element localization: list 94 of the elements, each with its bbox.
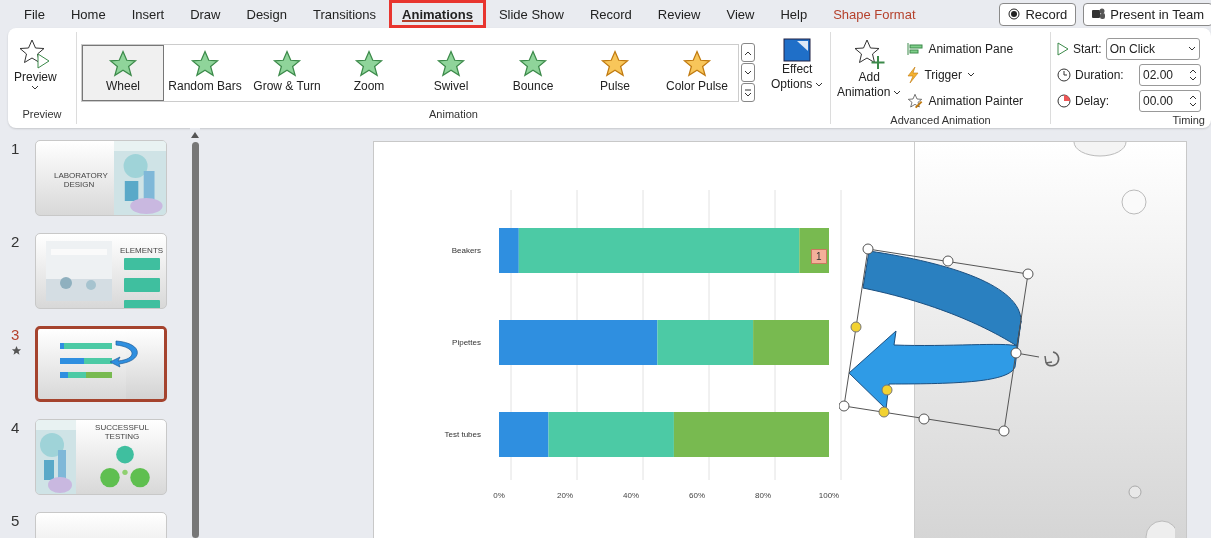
menu-thumbnail-drawing bbox=[124, 258, 160, 308]
star-icon bbox=[108, 49, 138, 79]
animation-pane-button[interactable]: Animation Pane bbox=[907, 36, 1024, 62]
caret-icon bbox=[893, 89, 902, 96]
star-icon bbox=[682, 49, 712, 79]
clock-icon bbox=[1057, 68, 1071, 82]
menu-tab[interactable]: Help bbox=[767, 0, 821, 28]
menu-tab[interactable]: Shape Format bbox=[820, 0, 929, 28]
effect-options-icon bbox=[783, 38, 812, 62]
group-label: Preview bbox=[21, 108, 63, 122]
animation-effect[interactable]: Zoom bbox=[328, 45, 410, 101]
axis-tick-label: 60% bbox=[689, 491, 705, 500]
lightning-icon bbox=[907, 67, 920, 83]
group-label: Advanced Animation bbox=[889, 114, 992, 126]
slide-thumbnail[interactable]: LABORATORY DESIGN bbox=[35, 140, 167, 216]
diagram-thumbnail-drawing bbox=[100, 444, 150, 490]
slide-thumbnail[interactable] bbox=[35, 326, 167, 402]
animation-tag[interactable]: 1 bbox=[811, 249, 827, 264]
category-label: Test tubes bbox=[444, 430, 481, 439]
menu-tab[interactable]: Slide Show bbox=[485, 0, 577, 28]
menu-tab[interactable]: Transitions bbox=[299, 0, 390, 28]
animation-effect[interactable]: Color Pulse bbox=[656, 45, 738, 101]
animation-effect[interactable]: Random Bars bbox=[164, 45, 246, 101]
animation-effect[interactable]: Bounce bbox=[492, 45, 574, 101]
record-button[interactable]: Record bbox=[999, 2, 1077, 26]
axis-tick-label: 20% bbox=[557, 491, 573, 500]
menu-tab[interactable]: Insert bbox=[118, 0, 178, 28]
slide-thumbnail[interactable]: SUCCESSFUL TESTING bbox=[35, 419, 167, 495]
slide-number: 3 bbox=[11, 326, 20, 343]
menu-tab[interactable]: Home bbox=[57, 0, 119, 28]
preview-button[interactable]: Preview bbox=[8, 36, 63, 93]
trigger-button[interactable]: Trigger bbox=[907, 62, 1024, 88]
slide-number: 4 bbox=[11, 419, 20, 436]
slide-number: 1 bbox=[11, 140, 20, 157]
play-icon bbox=[1057, 42, 1069, 56]
star-icon bbox=[272, 49, 302, 79]
axis-tick-label: 40% bbox=[623, 491, 639, 500]
duration-label: Duration: bbox=[1075, 68, 1125, 82]
animation-effect[interactable]: Wheel bbox=[82, 45, 164, 101]
scroll-up-button[interactable] bbox=[741, 43, 755, 62]
duration-field[interactable]: 02.00 bbox=[1139, 64, 1201, 86]
star-plus-icon bbox=[853, 38, 886, 70]
effect-options-button[interactable]: Effect Options bbox=[765, 36, 830, 94]
caret-icon bbox=[31, 85, 40, 91]
category-label: Beakers bbox=[451, 246, 481, 255]
scroll-up-icon[interactable] bbox=[191, 132, 199, 138]
slide-number: 5 bbox=[11, 512, 20, 529]
menu-tab[interactable]: File bbox=[11, 0, 58, 28]
pane-icon bbox=[907, 43, 924, 55]
record-icon bbox=[1008, 8, 1021, 20]
present-button[interactable]: Present in Team bbox=[1083, 2, 1211, 26]
slide-number: 2 bbox=[11, 233, 20, 250]
animation-effect[interactable]: Swivel bbox=[410, 45, 492, 101]
group-label: Animation bbox=[428, 108, 479, 122]
thumbnail-title: SUCCESSFUL TESTING bbox=[94, 423, 150, 441]
star-icon bbox=[436, 49, 466, 79]
chevron-down-icon bbox=[744, 69, 752, 76]
star-icon bbox=[518, 49, 548, 79]
animation-effect[interactable]: Pulse bbox=[574, 45, 656, 101]
spinner-icon bbox=[1189, 94, 1197, 108]
start-label: Start: bbox=[1073, 42, 1102, 56]
menu-tab[interactable]: View bbox=[713, 0, 768, 28]
delay-clock-icon bbox=[1057, 94, 1071, 108]
animation-effect[interactable]: Grow & Turn bbox=[246, 45, 328, 101]
star-icon bbox=[354, 49, 384, 79]
menu-tab[interactable]: Review bbox=[644, 0, 714, 28]
menu-tab[interactable]: Animations bbox=[389, 0, 486, 28]
group-label: Timing bbox=[1171, 114, 1206, 126]
scrollbar-thumb[interactable] bbox=[191, 142, 199, 538]
axis-tick-label: 100% bbox=[818, 491, 840, 500]
caret-icon bbox=[815, 81, 824, 88]
category-label: Pipettes bbox=[452, 338, 481, 347]
slide-thumbnail[interactable]: ELEMENTS bbox=[35, 233, 167, 309]
star-brush-icon bbox=[907, 93, 924, 109]
axis-tick-label: 0% bbox=[493, 491, 505, 500]
chevron-up-icon bbox=[744, 49, 752, 56]
expand-icon bbox=[744, 88, 752, 97]
axis-tick-label: 80% bbox=[755, 491, 771, 500]
delay-field[interactable]: 00.00 bbox=[1139, 90, 1201, 112]
caret-icon bbox=[1187, 46, 1196, 52]
menu-tab[interactable]: Design bbox=[233, 0, 300, 28]
animation-painter-button[interactable]: Animation Painter bbox=[907, 88, 1024, 114]
scroll-down-button[interactable] bbox=[741, 63, 755, 82]
delay-label: Delay: bbox=[1075, 94, 1110, 108]
caret-icon bbox=[966, 72, 975, 78]
menu-tab[interactable]: Record bbox=[576, 0, 645, 28]
start-dropdown[interactable]: On Click bbox=[1105, 38, 1200, 60]
more-button[interactable] bbox=[741, 83, 755, 102]
spinner-icon bbox=[1189, 68, 1197, 82]
menu-tab[interactable]: Draw bbox=[177, 0, 234, 28]
star-icon bbox=[190, 49, 220, 79]
add-animation-button[interactable]: Add Animation bbox=[831, 36, 908, 102]
star-icon bbox=[600, 49, 630, 79]
teams-icon bbox=[1092, 8, 1106, 20]
